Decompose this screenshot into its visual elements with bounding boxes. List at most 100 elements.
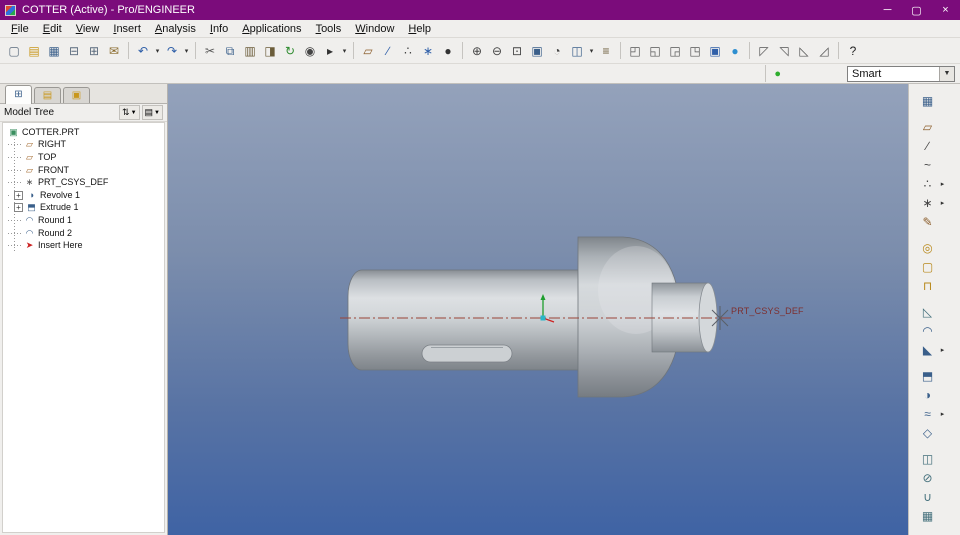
chamfer-tool-flyout[interactable]: ▸ xyxy=(938,346,947,354)
no-hidden-display-button[interactable]: ◲ xyxy=(665,40,685,61)
datum-point-tool-flyout[interactable]: ▸ xyxy=(938,180,947,188)
hole-tool-button[interactable]: ◎ xyxy=(917,239,938,257)
shaded-display-button[interactable]: ◳ xyxy=(685,40,705,61)
enhanced-realism-button[interactable]: ◹ xyxy=(774,40,794,61)
menu-analysis[interactable]: Analysis xyxy=(148,22,203,36)
wireframe-display-button[interactable]: ◰ xyxy=(625,40,645,61)
tree-item-prt-csys-def[interactable]: ∗ PRT_CSYS_DEF xyxy=(3,176,164,189)
menu-info[interactable]: Info xyxy=(203,22,235,36)
datum-curve-tool-button[interactable]: ~ xyxy=(917,156,938,174)
datum-axis-display-button[interactable]: ∕ xyxy=(378,40,398,61)
datum-axis-tool-button[interactable]: ∕ xyxy=(917,137,938,155)
datum-plane-tool-button[interactable]: ▱ xyxy=(917,118,938,136)
pattern-tool-button[interactable]: ▦ xyxy=(917,507,938,525)
print-button[interactable]: ⊟ xyxy=(64,40,84,61)
sweep-tool-button[interactable]: ≈ xyxy=(917,405,938,423)
context-help-button[interactable]: ? xyxy=(843,40,863,61)
expander-icon[interactable]: + xyxy=(14,203,23,213)
mirror-tool-button[interactable]: ◫ xyxy=(917,450,938,468)
tree-item-round-2[interactable]: ◠ Round 2 xyxy=(3,227,164,240)
select-button[interactable]: ▸ xyxy=(320,40,340,61)
chamfer-tool-button[interactable]: ◣ xyxy=(917,341,938,359)
chevron-down-icon[interactable]: ▼ xyxy=(939,66,954,81)
trim-tool-button[interactable]: ⊘ xyxy=(917,469,938,487)
view-manager-button[interactable]: ▦ xyxy=(917,92,938,110)
new-file-button[interactable]: ▢ xyxy=(4,40,24,61)
tree-item-top[interactable]: ▱ TOP xyxy=(3,151,164,164)
point-display-button[interactable]: ∴ xyxy=(398,40,418,61)
regenerate-button[interactable]: ↻ xyxy=(280,40,300,61)
menu-window[interactable]: Window xyxy=(348,22,401,36)
repaint-button[interactable]: ▣ xyxy=(527,40,547,61)
show-menu-button[interactable]: ⇅ ▼ xyxy=(119,105,140,120)
rib-tool-button[interactable]: ⊓ xyxy=(917,277,938,295)
paste-special-button[interactable]: ◨ xyxy=(260,40,280,61)
tree-item-front[interactable]: ▱ FRONT xyxy=(3,164,164,177)
menu-help[interactable]: Help xyxy=(401,22,438,36)
zoom-in-button[interactable]: ⊕ xyxy=(467,40,487,61)
save-file-button[interactable]: ▦ xyxy=(44,40,64,61)
tree-item-revolve-1[interactable]: + ◑ Revolve 1 xyxy=(3,189,164,202)
tree-item-cotter-prt[interactable]: ▣ COTTER.PRT xyxy=(3,126,164,139)
draft-tool-button[interactable]: ◺ xyxy=(917,303,938,321)
datum-point-tool-button[interactable]: ∴ xyxy=(917,175,938,193)
refit-button[interactable]: ⊡ xyxy=(507,40,527,61)
csys-label[interactable]: PRT_CSYS_DEF xyxy=(731,306,804,316)
layers-button[interactable]: ≡ xyxy=(596,40,616,61)
maximize-button[interactable]: ▢ xyxy=(902,0,931,20)
spin-center-display-button[interactable]: ● xyxy=(438,40,458,61)
menu-tools[interactable]: Tools xyxy=(309,22,349,36)
hidden-line-display-button[interactable]: ◱ xyxy=(645,40,665,61)
annotation-display-button[interactable]: ◸ xyxy=(754,40,774,61)
tree-item-insert-here[interactable]: ➤ Insert Here xyxy=(3,239,164,252)
open-file-button[interactable]: ▤ xyxy=(24,40,44,61)
favorites-tab[interactable]: ▣ xyxy=(63,87,90,103)
menu-insert[interactable]: Insert xyxy=(106,22,148,36)
minimize-button[interactable]: ─ xyxy=(873,0,902,20)
cut-button[interactable]: ✂ xyxy=(200,40,220,61)
redo-flyout[interactable]: ▾ xyxy=(182,47,191,55)
tree-item-right[interactable]: ▱ RIGHT xyxy=(3,139,164,152)
csys-display-button[interactable]: ∗ xyxy=(418,40,438,61)
paste-button[interactable]: ▥ xyxy=(240,40,260,61)
reorient-button[interactable]: ◔ xyxy=(547,40,567,61)
select-flyout[interactable]: ▾ xyxy=(340,47,349,55)
saved-views-button[interactable]: ◫ xyxy=(567,40,587,61)
view-normal-button[interactable]: ◿ xyxy=(814,40,834,61)
folder-browser-tab[interactable]: ▤ xyxy=(34,87,61,103)
title-bar[interactable]: COTTER (Active) - Pro/ENGINEER ─ ▢ × xyxy=(0,0,960,20)
find-button[interactable]: ◉ xyxy=(300,40,320,61)
settings-menu-button[interactable]: ▤ ▼ xyxy=(141,105,163,120)
csys-tool-flyout[interactable]: ▸ xyxy=(938,199,947,207)
model-tree-tab[interactable]: ⊞ xyxy=(5,85,32,104)
print-preview-button[interactable]: ⊞ xyxy=(84,40,104,61)
revolve-tool-button[interactable]: ◑ xyxy=(917,386,938,404)
extrude-tool-button[interactable]: ⬒ xyxy=(917,367,938,385)
menu-applications[interactable]: Applications xyxy=(235,22,308,36)
undo-flyout[interactable]: ▾ xyxy=(153,47,162,55)
sketch-tool-button[interactable]: ✎ xyxy=(917,213,938,231)
menu-view[interactable]: View xyxy=(69,22,107,36)
graphics-area[interactable]: PRT_CSYS_DEF xyxy=(168,84,908,535)
perspective-view-button[interactable]: ◺ xyxy=(794,40,814,61)
zoom-out-button[interactable]: ⊖ xyxy=(487,40,507,61)
blend-tool-button[interactable]: ◇ xyxy=(917,424,938,442)
model-status-icon[interactable]: ● xyxy=(774,68,781,80)
saved-views-flyout[interactable]: ▾ xyxy=(587,47,596,55)
undo-button[interactable]: ↶ xyxy=(133,40,153,61)
csys-tool-button[interactable]: ∗ xyxy=(917,194,938,212)
close-button[interactable]: × xyxy=(931,0,960,20)
expander-icon[interactable]: + xyxy=(14,190,23,200)
menu-edit[interactable]: Edit xyxy=(36,22,69,36)
round-tool-button[interactable]: ◠ xyxy=(917,322,938,340)
sweep-tool-flyout[interactable]: ▸ xyxy=(938,410,947,418)
merge-tool-button[interactable]: ∪ xyxy=(917,488,938,506)
send-mail-button[interactable]: ✉ xyxy=(104,40,124,61)
copy-button[interactable]: ⧉ xyxy=(220,40,240,61)
menu-file[interactable]: File xyxy=(4,22,36,36)
tree-item-round-1[interactable]: ◠ Round 1 xyxy=(3,214,164,227)
shell-tool-button[interactable]: ▢ xyxy=(917,258,938,276)
redo-button[interactable]: ↷ xyxy=(162,40,182,61)
model-info-button[interactable]: ● xyxy=(725,40,745,61)
selection-filter-combo[interactable]: Smart ▼ xyxy=(847,65,955,82)
